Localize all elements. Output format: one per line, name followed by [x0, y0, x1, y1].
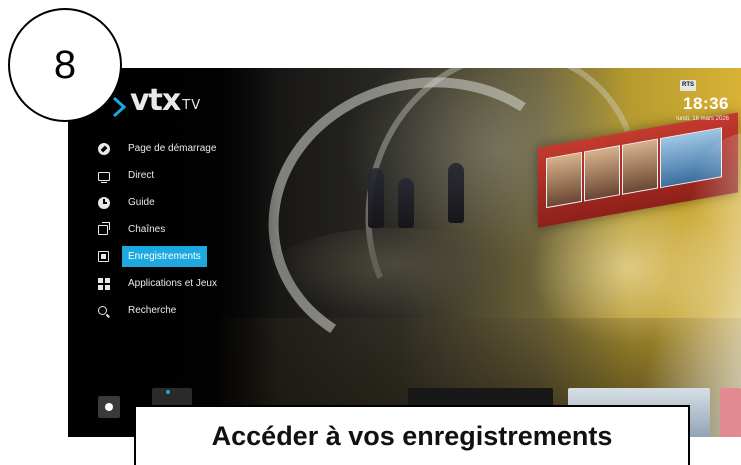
menu-item-label: Recherche: [128, 305, 177, 316]
clock-date: lundi, 16 mars 2026: [676, 116, 729, 122]
menu-item-label: Guide: [128, 197, 155, 208]
apps-grid-icon: [98, 277, 110, 290]
main-menu: Page de démarrage Direct Guide Chaînes E…: [98, 138, 298, 327]
menu-item-applications-et-jeux[interactable]: Applications et Jeux: [98, 273, 298, 294]
logo-suffix: TV: [182, 98, 202, 113]
menu-item-chaines[interactable]: Chaînes: [98, 219, 298, 240]
gear-icon: [105, 403, 113, 411]
recordings-icon: [98, 251, 109, 262]
menu-item-label: Chaînes: [128, 224, 166, 235]
tv-icon: [98, 171, 110, 183]
compass-icon: [98, 142, 110, 155]
instruction-caption: Accéder à vos enregistrements: [134, 405, 690, 465]
studio-desk: [268, 228, 518, 318]
menu-item-enregistrements[interactable]: Enregistrements: [98, 246, 298, 267]
caption-text: Accéder à vos enregistrements: [211, 420, 613, 451]
studio-person: [448, 163, 464, 223]
channel-badge: RTS: [680, 80, 696, 91]
video-wall-tile: [622, 138, 658, 195]
content-tile[interactable]: [720, 388, 741, 437]
video-wall-tile: [584, 145, 620, 202]
menu-item-page-de-demarrage[interactable]: Page de démarrage: [98, 138, 298, 159]
clock-time: 18:36: [683, 94, 729, 113]
menu-item-label: Page de démarrage: [128, 143, 217, 154]
logo-wordmark: vtx: [130, 83, 181, 118]
menu-item-label: Applications et Jeux: [128, 278, 217, 289]
menu-item-recherche[interactable]: Recherche: [98, 300, 298, 321]
new-indicator-dot: [166, 390, 170, 394]
studio-person: [398, 178, 414, 228]
channels-icon: [98, 221, 110, 235]
studio-person: [368, 168, 384, 228]
clock-icon: [98, 196, 110, 209]
menu-item-label: Direct: [128, 170, 155, 181]
step-number-badge: 8: [8, 8, 122, 122]
menu-item-guide[interactable]: Guide: [98, 192, 298, 213]
menu-item-label: Enregistrements: [122, 246, 207, 267]
logo-chevron-icon: [112, 96, 126, 118]
tv-screen: vtx TV Page de démarrage Direct Guide Ch…: [68, 68, 741, 437]
search-icon: [98, 306, 107, 315]
vtx-tv-logo: vtx TV: [112, 78, 201, 118]
step-number: 8: [53, 42, 77, 87]
settings-button[interactable]: [98, 396, 120, 418]
menu-item-direct[interactable]: Direct: [98, 165, 298, 186]
sidebar-menu: vtx TV Page de démarrage Direct Guide Ch…: [68, 68, 278, 437]
video-wall-tile: [546, 151, 582, 209]
